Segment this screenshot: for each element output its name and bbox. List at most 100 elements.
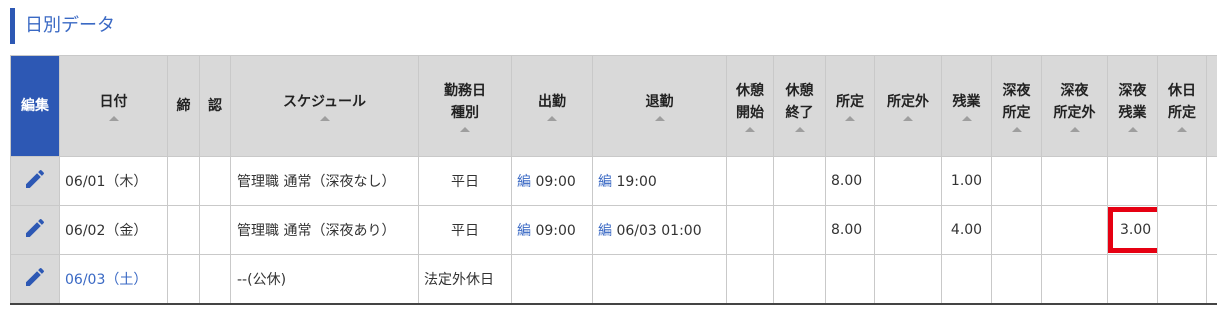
break-start-cell bbox=[726, 156, 774, 206]
header-clock-in[interactable]: 出勤 bbox=[511, 55, 593, 157]
header-non-scheduled[interactable]: 所定外 bbox=[874, 55, 942, 157]
date-cell: 06/02（金） bbox=[59, 205, 168, 255]
header-day-type[interactable]: 勤務日 種別 bbox=[418, 55, 512, 157]
schedule-cell: 管理職 通常（深夜あり） bbox=[230, 205, 419, 255]
day-type-cell: 法定外休日 bbox=[418, 254, 512, 305]
holiday-scheduled-cell bbox=[1157, 156, 1207, 206]
table-row: 06/03（土） --(公休) 法定外休日 bbox=[10, 254, 1217, 305]
break-start-cell bbox=[726, 254, 774, 305]
header-date[interactable]: 日付 bbox=[59, 55, 168, 157]
schedule-cell: --(公休) bbox=[230, 254, 419, 305]
break-end-cell bbox=[773, 254, 826, 305]
sort-caret-icon bbox=[1069, 127, 1080, 132]
overflow-cell bbox=[1206, 254, 1217, 305]
overflow-cell bbox=[1206, 205, 1217, 255]
clock-out-cell: 編 19:00 bbox=[592, 156, 727, 206]
scheduled-cell bbox=[825, 254, 875, 305]
header-holiday-scheduled[interactable]: 休日 所定 bbox=[1157, 55, 1207, 157]
sort-caret-icon bbox=[961, 116, 972, 121]
sort-caret-icon bbox=[319, 116, 330, 121]
header-night-scheduled[interactable]: 深夜 所定 bbox=[991, 55, 1042, 157]
close-cell bbox=[167, 254, 200, 305]
header-schedule[interactable]: スケジュール bbox=[230, 55, 419, 157]
date-cell: 06/01（木） bbox=[59, 156, 168, 206]
clock-in-edit-link[interactable]: 編 bbox=[517, 174, 531, 190]
clock-out-value: 19:00 bbox=[616, 174, 657, 190]
night-overtime-cell bbox=[1107, 156, 1158, 206]
day-type-cell: 平日 bbox=[418, 205, 512, 255]
clock-out-edit-link[interactable]: 編 bbox=[598, 223, 612, 239]
break-start-cell bbox=[726, 205, 774, 255]
approve-cell bbox=[199, 205, 231, 255]
day-type-cell: 平日 bbox=[418, 156, 512, 206]
edit-row-button[interactable] bbox=[10, 254, 60, 305]
clock-out-edit-link[interactable]: 編 bbox=[598, 174, 612, 190]
close-cell bbox=[167, 156, 200, 206]
header-break-end[interactable]: 休憩 終了 bbox=[773, 55, 826, 157]
overtime-cell bbox=[941, 254, 992, 305]
night-overtime-cell: 3.00 bbox=[1107, 205, 1158, 255]
sort-caret-icon bbox=[1177, 127, 1187, 132]
header-overflow-column bbox=[1206, 55, 1217, 157]
approve-cell bbox=[199, 156, 231, 206]
table-row: 06/01（木） 管理職 通常（深夜なし） 平日 編 09:00 編 19:00… bbox=[10, 156, 1217, 206]
section-title: 日別データ bbox=[10, 8, 115, 44]
header-night-overtime[interactable]: 深夜 残業 bbox=[1107, 55, 1158, 157]
overflow-cell bbox=[1206, 156, 1217, 206]
edit-row-button[interactable] bbox=[10, 156, 60, 206]
pencil-icon bbox=[26, 267, 45, 286]
pencil-icon bbox=[26, 218, 45, 237]
sort-caret-icon bbox=[460, 127, 470, 132]
clock-out-value: 06/03 01:00 bbox=[616, 223, 702, 239]
daily-data-table-wrapper: 編集 日付 締 認 スケジュール 勤務日 種別 出勤 退勤 休憩 開始 休憩 終了 所… bbox=[10, 55, 1217, 311]
close-cell bbox=[167, 205, 200, 255]
non-scheduled-cell bbox=[874, 254, 942, 305]
clock-out-cell: 編 06/03 01:00 bbox=[592, 205, 727, 255]
holiday-scheduled-cell bbox=[1157, 205, 1207, 255]
sort-caret-icon bbox=[845, 116, 855, 121]
night-non-scheduled-cell bbox=[1041, 254, 1108, 305]
clock-in-value: 09:00 bbox=[535, 174, 576, 190]
sort-caret-icon bbox=[745, 127, 755, 132]
clock-in-cell: 編 09:00 bbox=[511, 156, 593, 206]
sort-caret-icon bbox=[654, 116, 665, 121]
clock-in-edit-link[interactable]: 編 bbox=[517, 223, 531, 239]
clock-in-cell bbox=[511, 254, 593, 305]
header-scheduled[interactable]: 所定 bbox=[825, 55, 875, 157]
non-scheduled-cell bbox=[874, 156, 942, 206]
night-overtime-cell bbox=[1107, 254, 1158, 305]
break-end-cell bbox=[773, 156, 826, 206]
table-row: 06/02（金） 管理職 通常（深夜あり） 平日 編 09:00 編 06/03… bbox=[10, 205, 1217, 255]
clock-out-cell bbox=[592, 254, 727, 305]
highlight-box: 3.00 bbox=[1108, 207, 1157, 253]
header-edit: 編集 bbox=[10, 55, 60, 157]
pencil-icon bbox=[26, 169, 45, 188]
night-scheduled-cell bbox=[991, 254, 1042, 305]
scheduled-cell: 8.00 bbox=[825, 156, 875, 206]
night-non-scheduled-cell bbox=[1041, 205, 1108, 255]
scheduled-cell: 8.00 bbox=[825, 205, 875, 255]
clock-in-value: 09:00 bbox=[535, 223, 576, 239]
header-overtime[interactable]: 残業 bbox=[941, 55, 992, 157]
overtime-cell: 4.00 bbox=[941, 205, 992, 255]
night-non-scheduled-cell bbox=[1041, 156, 1108, 206]
non-scheduled-cell bbox=[874, 205, 942, 255]
break-end-cell bbox=[773, 205, 826, 255]
header-clock-out[interactable]: 退勤 bbox=[592, 55, 727, 157]
sort-caret-icon bbox=[1127, 127, 1138, 132]
sort-caret-icon bbox=[108, 116, 119, 121]
sort-caret-icon bbox=[1011, 127, 1022, 132]
header-night-non-scheduled[interactable]: 深夜 所定外 bbox=[1041, 55, 1108, 157]
edit-row-button[interactable] bbox=[10, 205, 60, 255]
header-break-start[interactable]: 休憩 開始 bbox=[726, 55, 774, 157]
schedule-cell: 管理職 通常（深夜なし） bbox=[230, 156, 419, 206]
night-scheduled-cell bbox=[991, 156, 1042, 206]
approve-cell bbox=[199, 254, 231, 305]
holiday-scheduled-cell bbox=[1157, 254, 1207, 305]
sort-caret-icon bbox=[547, 116, 557, 121]
clock-in-cell: 編 09:00 bbox=[511, 205, 593, 255]
date-cell: 06/03（土） bbox=[59, 254, 168, 305]
overtime-cell: 1.00 bbox=[941, 156, 992, 206]
header-close: 締 bbox=[167, 55, 200, 157]
night-scheduled-cell bbox=[991, 205, 1042, 255]
